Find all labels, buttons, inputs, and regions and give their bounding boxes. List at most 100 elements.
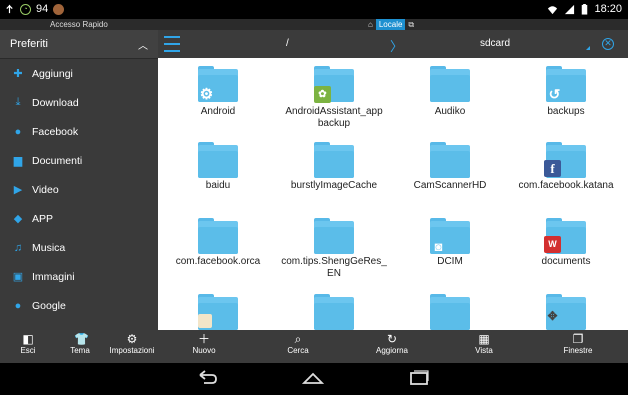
backup-icon: ↺ bbox=[548, 86, 561, 102]
title-strip: Accesso Rapido ⌂ Locale ⧉ bbox=[0, 19, 628, 30]
folder-item[interactable]: ◙ DCIM bbox=[392, 210, 508, 286]
folder-item[interactable] bbox=[392, 286, 508, 330]
sidebar-header[interactable]: Preferiti ︿ bbox=[0, 30, 158, 59]
gear-icon: ⚙ bbox=[199, 86, 214, 103]
battery-level: 94 bbox=[36, 3, 49, 15]
folder-icon bbox=[198, 142, 238, 178]
recent-apps-icon[interactable] bbox=[408, 369, 430, 387]
folder-item[interactable]: ⚙ Android bbox=[160, 58, 276, 134]
dropdown-corner-icon[interactable] bbox=[586, 46, 590, 50]
battery-saver-icon: ◔ bbox=[20, 3, 31, 15]
usb-icon bbox=[6, 4, 13, 13]
shirt-icon: 👕 bbox=[74, 332, 89, 346]
refresh-button[interactable]: ↻ Aggiorna bbox=[370, 330, 414, 363]
folder-name: DCIM bbox=[437, 256, 463, 267]
windows-label: Finestre bbox=[563, 346, 593, 355]
sidebar-header-label: Preferiti bbox=[10, 38, 48, 50]
menu-icon[interactable] bbox=[164, 36, 180, 52]
quick-access-label: Accesso Rapido bbox=[50, 20, 108, 29]
battery-icon bbox=[582, 3, 588, 15]
action-bar: ◧ Esci 👕 Tema ⚙ Impostazioni ＋ Nuovo ⌕ C… bbox=[0, 330, 628, 363]
folder-name: Android bbox=[200, 106, 236, 117]
path-current[interactable]: sdcard bbox=[480, 38, 510, 49]
folder-item[interactable]: com.facebook.orca bbox=[160, 210, 276, 286]
sidebar: Preferiti ︿ ✚ Aggiungi ⤓ Download ● Faceboo… bbox=[0, 30, 158, 330]
sidebar-item-label: Google bbox=[32, 299, 66, 312]
sidebar-item-label: Aggiungi bbox=[32, 67, 73, 80]
folder-name: backups bbox=[547, 106, 585, 117]
path-toolbar: / 〉 sdcard ✕ bbox=[158, 30, 628, 58]
sidebar-item-label: Musica bbox=[32, 241, 66, 254]
new-button[interactable]: ＋ Nuovo bbox=[184, 330, 224, 363]
folder-item[interactable]: ✿ AndroidAssistant_app backup bbox=[276, 58, 392, 134]
search-button[interactable]: ⌕ Cerca bbox=[278, 330, 318, 363]
folder-name: burstlyImageCache bbox=[290, 180, 378, 191]
folder-name: baidu bbox=[205, 180, 231, 191]
chevron-up-icon[interactable]: ︿ bbox=[138, 37, 148, 52]
sidebar-item-label: APP bbox=[32, 212, 54, 225]
folder-name: com.facebook.orca bbox=[175, 256, 261, 267]
view-label: Vista bbox=[475, 346, 493, 355]
download-icon: ⤓ bbox=[15, 96, 21, 108]
device-screen: ◔ 94 18:20 Accesso Rapido ⌂ Locale ⧉ Pre… bbox=[0, 0, 628, 395]
location-indicator[interactable]: ⌂ Locale ⧉ bbox=[368, 19, 414, 30]
folder-item[interactable]: ↺ backups bbox=[508, 58, 624, 134]
folder-icon bbox=[430, 142, 470, 178]
sidebar-item-label: Immagini bbox=[32, 270, 75, 283]
gamepad-icon: ✥ bbox=[547, 309, 558, 323]
search-icon: ⌕ bbox=[294, 332, 302, 346]
folder-name: com.tips.ShengGeRes_ EN bbox=[281, 256, 387, 279]
home-icon[interactable] bbox=[302, 369, 324, 387]
folder-icon bbox=[314, 218, 354, 254]
facebook-icon: f bbox=[544, 160, 561, 177]
settings-button[interactable]: ⚙ Impostazioni bbox=[104, 330, 160, 363]
windows-icon: ❐ bbox=[572, 332, 584, 346]
sidebar-item-download[interactable]: ⤓ Download bbox=[0, 88, 158, 117]
folder-item[interactable]: baidu bbox=[160, 134, 276, 210]
folder-item[interactable]: ✥ bbox=[508, 286, 624, 330]
status-bar: ◔ 94 18:20 bbox=[0, 0, 628, 19]
exit-button[interactable]: ◧ Esci bbox=[8, 330, 48, 363]
view-button[interactable]: ▦ Vista bbox=[464, 330, 504, 363]
music-icon: ♫ bbox=[13, 241, 23, 254]
back-icon[interactable] bbox=[196, 369, 218, 387]
documents-icon: ▆ bbox=[13, 155, 23, 167]
sidebar-item-google[interactable]: ● Google bbox=[0, 291, 158, 320]
wps-icon: W bbox=[544, 236, 561, 253]
sidebar-item-documenti[interactable]: ▆ Documenti bbox=[0, 146, 158, 175]
new-label: Nuovo bbox=[192, 346, 216, 355]
folder-name: AndroidAssistant_app backup bbox=[285, 106, 383, 129]
window-icon: ⧉ bbox=[408, 20, 415, 29]
folder-item[interactable] bbox=[276, 286, 392, 330]
folder-item[interactable]: Audiko bbox=[392, 58, 508, 134]
sidebar-item-video[interactable]: ▶ Video bbox=[0, 175, 158, 204]
windows-button[interactable]: ❐ Finestre bbox=[556, 330, 600, 363]
folder-item[interactable]: W documents bbox=[508, 210, 624, 286]
sidebar-item-label: Download bbox=[32, 96, 79, 109]
folder-icon bbox=[314, 142, 354, 178]
folder-name: Audiko bbox=[434, 106, 466, 117]
camera-icon: ◙ bbox=[434, 239, 443, 254]
app-icon: ◆ bbox=[13, 213, 23, 225]
sidebar-item-facebook[interactable]: ● Facebook bbox=[0, 117, 158, 146]
image-icon: ▣ bbox=[12, 271, 24, 283]
folder-item[interactable]: CamScannerHD bbox=[392, 134, 508, 210]
sidebar-item-label: Documenti bbox=[32, 154, 83, 167]
wifi-icon bbox=[548, 5, 558, 14]
sidebar-item-immagini[interactable]: ▣ Immagini bbox=[0, 262, 158, 291]
sidebar-item-app[interactable]: ◆ APP bbox=[0, 204, 158, 233]
sidebar-item-musica[interactable]: ♫ Musica bbox=[0, 233, 158, 262]
folder-icon bbox=[314, 294, 354, 330]
folder-name: com.facebook.katana bbox=[518, 180, 614, 191]
folder-item[interactable] bbox=[160, 286, 276, 330]
sidebar-item-aggiungi[interactable]: ✚ Aggiungi bbox=[0, 59, 158, 88]
close-icon[interactable]: ✕ bbox=[602, 38, 614, 50]
plus-icon: ＋ bbox=[198, 332, 211, 346]
clock: 18:20 bbox=[594, 3, 622, 15]
path-root[interactable]: / bbox=[286, 38, 289, 49]
folder-item[interactable]: burstlyImageCache bbox=[276, 134, 392, 210]
theme-button[interactable]: 👕 Tema bbox=[60, 330, 100, 363]
exit-icon: ◧ bbox=[22, 332, 34, 346]
folder-item[interactable]: com.tips.ShengGeRes_ EN bbox=[276, 210, 392, 286]
folder-item[interactable]: f com.facebook.katana bbox=[508, 134, 624, 210]
